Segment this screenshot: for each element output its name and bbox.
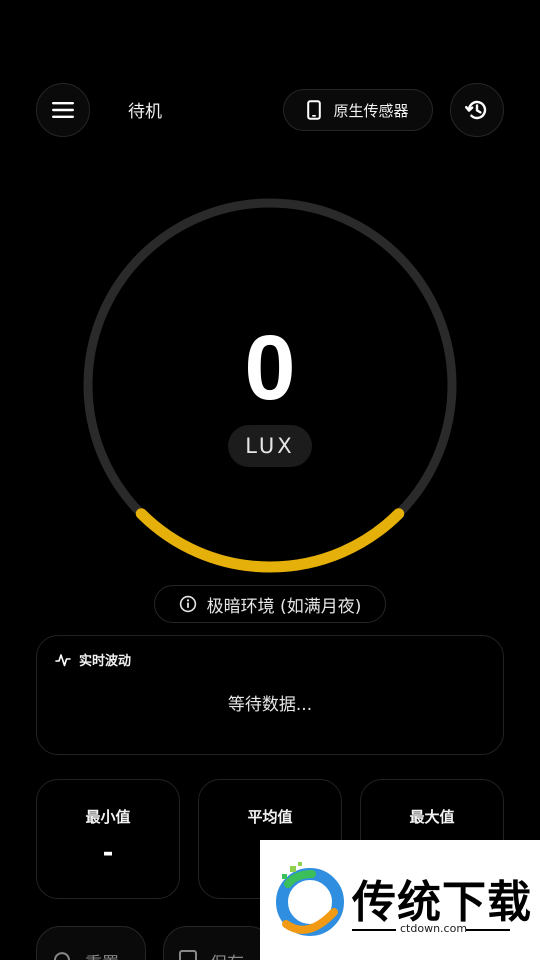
site-watermark: 传统下载 ctdown.com <box>260 840 540 960</box>
pulse-icon <box>55 653 71 666</box>
lux-value: 0 <box>244 317 296 419</box>
waiting-data-text: 等待数据... <box>227 695 313 715</box>
history-icon <box>465 100 487 120</box>
reset-icon <box>54 952 70 960</box>
history-button[interactable] <box>450 83 504 137</box>
lux-unit-badge: LUX <box>228 425 312 467</box>
max-label: 最大值 <box>409 808 455 826</box>
watermark-site: ctdown.com <box>400 922 468 935</box>
save-button[interactable]: 保存 <box>163 926 273 960</box>
live-card-header: 实时波动 <box>55 650 131 669</box>
live-card-title: 实时波动 <box>79 654 132 669</box>
menu-button[interactable] <box>36 83 90 137</box>
environment-label: 极暗环境 (如满月夜) <box>206 596 362 617</box>
watermark-rule-left <box>352 929 396 931</box>
avg-label: 平均值 <box>247 808 293 826</box>
min-value-card: 最小值 - <box>36 779 180 899</box>
reset-button[interactable]: 重置 <box>36 926 146 960</box>
live-fluctuation-card: 实时波动 等待数据... <box>36 635 504 755</box>
menu-icon <box>52 102 74 118</box>
watermark-rule-right <box>466 929 510 931</box>
phone-icon <box>307 100 322 120</box>
watermark-logo <box>276 862 344 936</box>
min-label: 最小值 <box>85 808 131 826</box>
sensor-source-label: 原生传感器 <box>333 101 409 120</box>
environment-badge: 极暗环境 (如满月夜) <box>154 585 386 623</box>
save-label: 保存 <box>210 949 244 960</box>
reset-label: 重置 <box>85 949 119 960</box>
info-icon <box>179 595 196 613</box>
gauge-fill-arc <box>135 508 405 573</box>
min-value: - <box>102 838 114 868</box>
sensor-source-button[interactable]: 原生传感器 <box>283 89 433 131</box>
watermark-title: 传统下载 <box>352 877 532 928</box>
status-label: 待机 <box>128 102 162 122</box>
save-icon <box>179 950 197 960</box>
